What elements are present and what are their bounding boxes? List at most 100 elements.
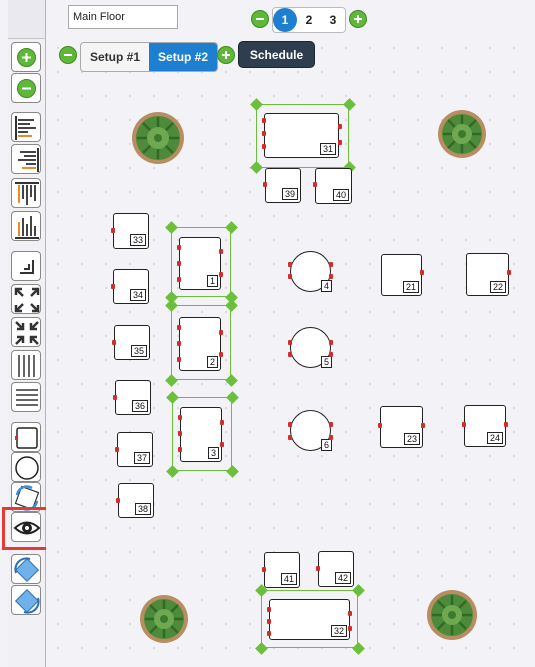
seat-marker bbox=[504, 422, 508, 427]
align-bottom-button[interactable] bbox=[11, 211, 41, 241]
remove-setup-button[interactable] bbox=[59, 46, 77, 64]
table-number: 2 bbox=[206, 356, 218, 368]
expand-button[interactable] bbox=[11, 284, 41, 314]
table-number: 5 bbox=[320, 356, 332, 368]
table-number: 3 bbox=[207, 447, 219, 459]
align-left-button[interactable] bbox=[11, 112, 41, 142]
seat-marker bbox=[338, 124, 342, 129]
add-icon bbox=[17, 48, 36, 67]
table-number: 6 bbox=[320, 439, 332, 451]
table-number: 42 bbox=[334, 572, 351, 584]
rotate-ccw-button[interactable] bbox=[11, 585, 41, 615]
seat-marker bbox=[113, 395, 117, 400]
align-left-icon bbox=[15, 116, 36, 140]
expand-icon bbox=[14, 287, 40, 313]
table-37[interactable]: 37 bbox=[117, 432, 153, 467]
shrink-icon bbox=[15, 321, 39, 345]
align-right-button[interactable] bbox=[11, 144, 41, 174]
seat-marker bbox=[219, 272, 223, 277]
table-40[interactable]: 40 bbox=[315, 168, 352, 204]
seat-marker bbox=[177, 357, 181, 362]
add-setup-button[interactable] bbox=[217, 46, 235, 64]
align-right-icon bbox=[18, 148, 39, 172]
seat-marker bbox=[288, 352, 292, 357]
page-3-button[interactable]: 3 bbox=[321, 8, 345, 32]
distribute-horizontal-button[interactable] bbox=[11, 350, 41, 380]
table-39[interactable]: 39 bbox=[265, 168, 301, 203]
square-table-icon bbox=[15, 427, 38, 449]
seat-marker bbox=[348, 611, 352, 616]
square-table-button[interactable] bbox=[11, 422, 41, 452]
seat-marker bbox=[288, 340, 292, 345]
table-6[interactable]: 6 bbox=[290, 410, 332, 451]
left-gutter bbox=[0, 0, 8, 667]
schedule-button[interactable]: Schedule bbox=[238, 41, 315, 68]
table-4[interactable]: 4 bbox=[290, 251, 332, 292]
seat-marker bbox=[177, 261, 181, 266]
table-5[interactable]: 5 bbox=[290, 327, 332, 368]
page-1-button[interactable]: 1 bbox=[273, 8, 297, 32]
rotate-cw-button[interactable] bbox=[11, 554, 41, 584]
table-33[interactable]: 33 bbox=[113, 213, 149, 249]
table-2[interactable]: 2 bbox=[179, 317, 221, 371]
add-page-button[interactable] bbox=[349, 10, 367, 28]
table-24[interactable]: 24 bbox=[464, 405, 506, 447]
table-32[interactable]: 32 bbox=[269, 599, 350, 640]
plant-decoration bbox=[132, 112, 184, 164]
seat-marker bbox=[348, 626, 352, 631]
seat-marker bbox=[267, 607, 271, 612]
seat-marker bbox=[329, 422, 333, 427]
snap-corner-icon bbox=[20, 260, 34, 274]
table-number: 21 bbox=[402, 281, 419, 293]
seat-marker bbox=[177, 325, 181, 330]
plant-decoration bbox=[427, 590, 477, 640]
rotate-ccw-icon bbox=[14, 588, 40, 614]
tab-setup-1[interactable]: Setup #1 bbox=[81, 43, 149, 71]
table-23[interactable]: 23 bbox=[380, 406, 423, 448]
snap-corner-button[interactable] bbox=[11, 251, 41, 281]
distribute-vertical-button[interactable] bbox=[11, 382, 41, 412]
table-number: 22 bbox=[489, 281, 506, 293]
remove-tool-button[interactable] bbox=[11, 73, 41, 103]
shrink-button[interactable] bbox=[11, 317, 41, 347]
table-number: 4 bbox=[320, 280, 332, 292]
seat-marker bbox=[115, 447, 119, 452]
table-34[interactable]: 34 bbox=[113, 269, 149, 304]
seat-marker bbox=[462, 422, 466, 427]
table-number: 33 bbox=[129, 234, 146, 246]
table-35[interactable]: 35 bbox=[114, 325, 150, 360]
table-1[interactable]: 1 bbox=[179, 237, 221, 290]
table-22[interactable]: 22 bbox=[466, 253, 509, 296]
table-3[interactable]: 3 bbox=[180, 407, 222, 462]
seat-marker bbox=[177, 277, 181, 282]
floor-name-input[interactable] bbox=[68, 5, 178, 29]
seat-marker bbox=[111, 228, 115, 233]
table-42[interactable]: 42 bbox=[318, 551, 354, 587]
sidebar-header bbox=[8, 0, 45, 39]
table-number: 36 bbox=[131, 400, 148, 412]
seat-marker bbox=[338, 140, 342, 145]
table-number: 39 bbox=[281, 188, 298, 200]
table-number: 24 bbox=[486, 432, 503, 444]
minus-icon bbox=[252, 11, 268, 27]
table-38[interactable]: 38 bbox=[118, 483, 154, 518]
align-top-button[interactable] bbox=[11, 178, 41, 208]
table-36[interactable]: 36 bbox=[115, 380, 151, 415]
table-41[interactable]: 41 bbox=[264, 552, 300, 588]
seat-marker bbox=[316, 566, 320, 571]
seat-marker bbox=[378, 423, 382, 428]
add-tool-button[interactable] bbox=[11, 42, 41, 72]
distribute-vertical-icon bbox=[16, 389, 38, 406]
seat-marker bbox=[262, 567, 266, 572]
align-top-icon bbox=[15, 182, 39, 205]
seat-marker bbox=[329, 352, 333, 357]
table-21[interactable]: 21 bbox=[381, 254, 422, 296]
remove-page-button[interactable] bbox=[251, 10, 269, 28]
table-number: 35 bbox=[130, 345, 147, 357]
table-31[interactable]: 31 bbox=[264, 113, 339, 158]
page-2-button[interactable]: 2 bbox=[297, 8, 321, 32]
round-table-button[interactable] bbox=[11, 452, 41, 482]
plant-decoration bbox=[140, 595, 188, 643]
tab-setup-2[interactable]: Setup #2 bbox=[149, 43, 218, 71]
table-number: 32 bbox=[330, 625, 347, 637]
